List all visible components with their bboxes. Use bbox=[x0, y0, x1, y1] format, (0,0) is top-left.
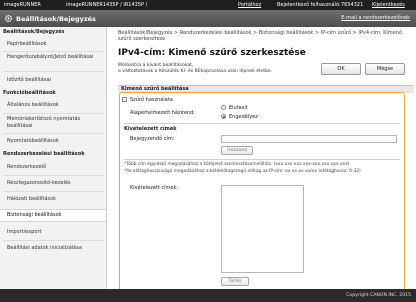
cancel-button[interactable]: Mégse bbox=[365, 63, 405, 75]
sidebar-item-import-export[interactable]: Import/export bbox=[0, 228, 106, 236]
sidebar-item-system-manager[interactable]: Rendszerkezelő bbox=[0, 163, 106, 171]
sidebar-item-general[interactable]: Általános beállítások bbox=[0, 101, 106, 109]
sidebar-item-paper[interactable]: Papírbeállítások bbox=[0, 40, 106, 48]
gear-icon bbox=[4, 14, 13, 23]
portal-link[interactable]: Portálhoz bbox=[238, 2, 261, 8]
sidebar-item-printer[interactable]: Nyomtatóbeállítások bbox=[0, 137, 106, 145]
login-user-label: Bejelentkező felhasználó: bbox=[277, 2, 341, 8]
app-title: Beállítások/Bejegyzés bbox=[16, 15, 96, 23]
sidebar: Beállítások/Bejegyzés Papírbeállítások H… bbox=[0, 27, 107, 289]
ok-button[interactable]: OK bbox=[321, 63, 361, 75]
sidebar-head-settings: Beállítások/Bejegyzés bbox=[3, 29, 65, 35]
sidebar-divider bbox=[3, 191, 104, 192]
sidebar-head-system: Rendszerkezelési beállítások bbox=[3, 151, 85, 157]
brand-label: imageRUNNER bbox=[4, 2, 41, 8]
breadcrumb-item[interactable]: Rendszerkezelési beállítások bbox=[180, 30, 252, 36]
sidebar-item-timer[interactable]: Időzítő beállításai bbox=[0, 76, 106, 84]
sidebar-item-department-id[interactable]: Részlegazonosító-kezelés bbox=[0, 179, 106, 187]
breadcrumb-item[interactable]: Biztonsági beállítások bbox=[259, 30, 314, 36]
sidebar-divider bbox=[3, 71, 104, 72]
footer: Copyright CANON INC. 2015 bbox=[0, 289, 416, 302]
page-description: Módosítsa a kívánt beállításokat, a vált… bbox=[118, 63, 273, 74]
sidebar-item-security[interactable]: Biztonsági beállítások bbox=[0, 209, 106, 222]
sidebar-divider bbox=[3, 51, 104, 52]
title-bar: Beállítások/Bejegyzés E-mail a rendszerk… bbox=[0, 10, 416, 27]
sidebar-head-functions: Funkcióbeállítások bbox=[3, 90, 56, 96]
sidebar-divider bbox=[3, 113, 104, 114]
top-bar: imageRUNNER imageRUNNER1435P / iR1435P /… bbox=[0, 0, 416, 10]
breadcrumb: Beállítások/Bejegyzés > Rendszerkezelési… bbox=[118, 30, 402, 42]
sidebar-divider bbox=[3, 240, 104, 241]
breadcrumb-item[interactable]: IP-cím szűrő bbox=[321, 30, 351, 36]
sidebar-item-memory-print[interactable]: Memóriakorlátozó nyomtatás beállításai bbox=[0, 116, 100, 129]
login-user-id: 7654321 bbox=[341, 2, 364, 8]
model-label: imageRUNNER1435P / iR1435P / bbox=[66, 2, 148, 8]
copyright-text: Copyright CANON INC. 2015 bbox=[346, 293, 411, 298]
sidebar-item-volume[interactable]: Hangerőszabályzó/Jelző beállításai bbox=[0, 54, 100, 61]
logout-link[interactable]: Kijelentkezés bbox=[372, 2, 405, 8]
main-content: Beállítások/Bejegyzés > Rendszerkezelési… bbox=[108, 27, 416, 296]
highlight-frame bbox=[119, 92, 405, 296]
page-title: IPv4-cím: Kimenő szűrő szerkesztése bbox=[118, 48, 306, 58]
sidebar-divider bbox=[3, 175, 104, 176]
sidebar-divider bbox=[3, 133, 104, 134]
email-admin-link[interactable]: E-mail a rendszerkezelőnek bbox=[341, 15, 410, 21]
sidebar-item-initialize[interactable]: Beállítási adatok inicializálása bbox=[0, 244, 106, 252]
sidebar-item-network[interactable]: Hálózati beállítások bbox=[0, 195, 106, 203]
